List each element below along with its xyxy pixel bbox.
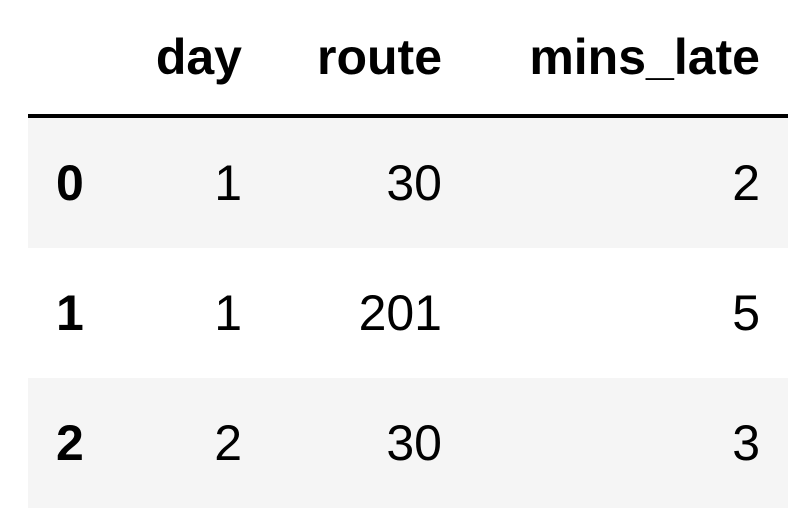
table-row: 0 1 30 2 (28, 116, 788, 248)
column-header-mins-late: mins_late (470, 0, 788, 118)
cell-route: 30 (270, 116, 470, 248)
row-index: 0 (28, 116, 116, 248)
index-column-header (28, 0, 116, 118)
cell-day: 1 (116, 116, 270, 248)
dataframe-table: day route mins_late 0 1 30 2 1 1 201 5 2… (28, 0, 788, 508)
table-row: 2 2 30 3 (28, 378, 788, 508)
cell-day: 2 (116, 378, 270, 508)
cell-mins-late: 3 (470, 378, 788, 508)
row-index: 1 (56, 285, 84, 341)
table-row: 1 1 201 5 (28, 248, 788, 378)
column-header-route: route (270, 0, 470, 118)
table-body: 0 1 30 2 1 1 201 5 2 2 30 3 (28, 116, 788, 508)
row-index: 2 (28, 378, 116, 508)
column-header-day: day (116, 0, 270, 118)
cell-route: 201 (358, 285, 442, 341)
header-row: day route mins_late (28, 0, 788, 118)
cell-mins-late: 2 (470, 116, 788, 248)
cell-mins-late: 5 (732, 285, 760, 341)
table-header: day route mins_late (28, 0, 788, 118)
cell-route: 30 (270, 378, 470, 508)
cell-day: 1 (214, 285, 242, 341)
